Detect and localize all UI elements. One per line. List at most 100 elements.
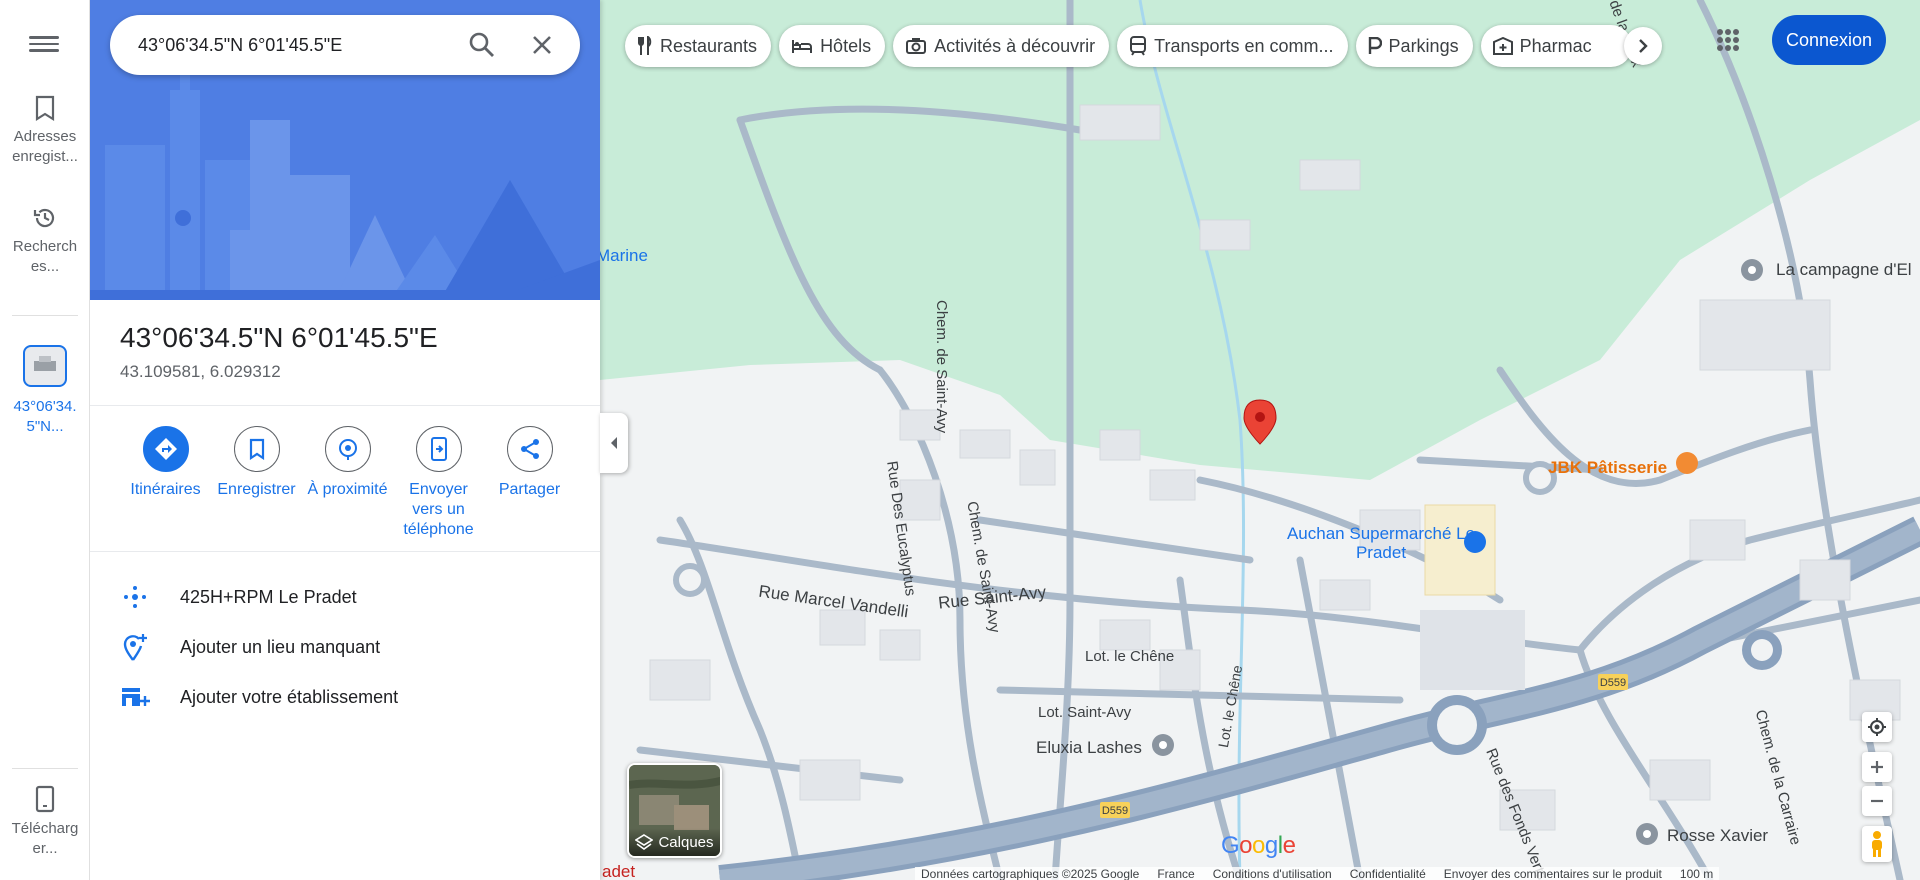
minus-icon bbox=[1871, 799, 1883, 803]
send-to-phone-icon bbox=[415, 426, 462, 472]
chevron-right-icon bbox=[1639, 39, 1648, 53]
feedback-link[interactable]: Envoyer des commentaires sur le produit bbox=[1444, 867, 1662, 880]
add-missing-place-row[interactable]: Ajouter un lieu manquant bbox=[120, 627, 580, 667]
route-shield-label: D559 bbox=[1600, 677, 1626, 689]
phone-icon bbox=[35, 785, 55, 813]
divider bbox=[90, 405, 600, 406]
chip-label: Activités à découvrir bbox=[934, 35, 1096, 56]
layers-button[interactable]: Calques bbox=[627, 763, 722, 858]
chevron-left-icon bbox=[611, 437, 617, 449]
layers-label: Calques bbox=[658, 833, 714, 851]
saved-places-button[interactable]: Adresses enregist... bbox=[0, 95, 90, 167]
zoom-in-button[interactable] bbox=[1862, 752, 1892, 782]
layers-label-bar: Calques bbox=[629, 828, 720, 856]
save-label: Enregistrer bbox=[217, 481, 296, 498]
hotel-icon bbox=[792, 40, 813, 53]
plus-code-row[interactable]: 425H+RPM Le Pradet bbox=[120, 577, 580, 617]
map-label: La campagne d'El bbox=[1776, 260, 1912, 279]
close-icon[interactable] bbox=[528, 31, 556, 59]
chip-label: Hôtels bbox=[820, 35, 872, 56]
place-panel: 43°06'34.5"N 6°01'45.5"E 43.109581, 6.02… bbox=[90, 0, 600, 880]
search-box[interactable] bbox=[110, 15, 580, 75]
directions-icon bbox=[142, 426, 189, 472]
country-link[interactable]: France bbox=[1157, 867, 1194, 880]
chip-activities[interactable]: Activités à découvrir bbox=[893, 25, 1110, 67]
action-buttons: Itinéraires Enregistrer À proximité Envo… bbox=[120, 426, 590, 540]
nearby-icon bbox=[324, 426, 371, 472]
layers-icon bbox=[635, 834, 654, 850]
recent-searches-button[interactable]: Recherch es... bbox=[0, 205, 90, 277]
rail-divider bbox=[12, 768, 78, 769]
add-place-icon bbox=[120, 632, 150, 662]
sign-in-button[interactable]: Connexion bbox=[1772, 15, 1886, 65]
save-button[interactable]: Enregistrer bbox=[211, 426, 302, 540]
send-to-phone-label: Envoyer vers un téléphone bbox=[403, 481, 474, 538]
camera-icon bbox=[906, 38, 927, 54]
chip-parking[interactable]: Parkings bbox=[1355, 25, 1473, 67]
google-logo: Google bbox=[1221, 832, 1296, 859]
map-label[interactable]: JBK Pâtisserie bbox=[1548, 458, 1667, 478]
map-label[interactable]: Auchan Supermarché Le Pradet bbox=[1286, 524, 1476, 562]
street-label: Chem. de Saint-Avy bbox=[933, 300, 950, 434]
share-button[interactable]: Partager bbox=[484, 426, 575, 540]
download-app-button[interactable]: Télécharg er... bbox=[0, 785, 90, 859]
chip-label: Restaurants bbox=[660, 35, 758, 56]
menu-icon[interactable] bbox=[29, 32, 59, 56]
map-base: D559 D559 bbox=[600, 0, 1920, 880]
privacy-link[interactable]: Confidentialité bbox=[1350, 867, 1426, 880]
add-missing-place-text: Ajouter un lieu manquant bbox=[180, 636, 381, 657]
directions-button[interactable]: Itinéraires bbox=[120, 426, 211, 540]
chip-hotels[interactable]: Hôtels bbox=[779, 25, 886, 67]
zoom-out-button[interactable] bbox=[1862, 786, 1892, 816]
send-to-phone-button[interactable]: Envoyer vers un téléphone bbox=[393, 426, 484, 540]
share-label: Partager bbox=[498, 481, 561, 498]
pegman-icon bbox=[1872, 831, 1882, 857]
chip-pharmacy[interactable]: Pharmac bbox=[1480, 25, 1632, 67]
map-label[interactable]: Rosse Xavier bbox=[1667, 826, 1768, 846]
route-shield-label: D559 bbox=[1102, 805, 1128, 817]
chips-next-button[interactable] bbox=[1624, 27, 1662, 65]
map-canvas[interactable]: D559 D559 Marine La campagne d'El JBK Pâ… bbox=[600, 0, 1920, 880]
collapse-panel-button[interactable] bbox=[600, 413, 628, 473]
plus-icon bbox=[1871, 761, 1883, 773]
share-icon bbox=[506, 426, 553, 472]
search-icon[interactable] bbox=[468, 31, 496, 59]
restaurant-icon bbox=[638, 36, 652, 55]
recent-searches-label: Recherch es... bbox=[12, 238, 78, 275]
chip-transit[interactable]: Transports en comm... bbox=[1117, 25, 1348, 67]
chip-restaurants[interactable]: Restaurants bbox=[625, 25, 772, 67]
download-app-label: Télécharg er... bbox=[11, 820, 79, 857]
current-place-label: 43°06'34. 5"N... bbox=[13, 398, 77, 435]
scale-bar[interactable]: 100 m bbox=[1680, 867, 1713, 880]
chip-label: Pharmac bbox=[1519, 35, 1592, 56]
map-label[interactable]: Eluxia Lashes bbox=[1036, 738, 1142, 758]
bookmark-icon bbox=[233, 426, 280, 472]
street-label: Lot. Saint-Avy bbox=[1038, 704, 1132, 721]
directions-label: Itinéraires bbox=[130, 481, 201, 498]
plus-code-text: 425H+RPM Le Pradet bbox=[180, 586, 357, 607]
rail-divider bbox=[12, 315, 78, 316]
street-view-pegman-button[interactable] bbox=[1862, 826, 1892, 862]
my-location-icon bbox=[1868, 718, 1886, 736]
left-rail: Adresses enregist... Recherch es... 43°0… bbox=[0, 0, 90, 880]
place-title: 43°06'34.5"N 6°01'45.5"E bbox=[120, 322, 438, 353]
my-location-button[interactable] bbox=[1862, 712, 1892, 742]
add-business-text: Ajouter votre établissement bbox=[180, 686, 399, 707]
pharmacy-icon bbox=[1492, 37, 1513, 55]
add-business-icon bbox=[120, 682, 150, 712]
terms-link[interactable]: Conditions d'utilisation bbox=[1213, 867, 1332, 880]
search-input[interactable] bbox=[138, 15, 458, 75]
divider bbox=[90, 551, 600, 552]
street-label: Lot. le Chêne bbox=[1085, 648, 1175, 665]
map-label: Marine bbox=[600, 246, 648, 265]
place-coordinates: 43.109581, 6.029312 bbox=[120, 362, 281, 381]
map-label: adet bbox=[602, 862, 636, 880]
current-place-button[interactable]: 43°06'34. 5"N... bbox=[0, 345, 90, 437]
apps-grid-icon[interactable] bbox=[1712, 24, 1744, 56]
chip-label: Transports en comm... bbox=[1154, 35, 1334, 56]
place-thumbnail bbox=[23, 345, 67, 387]
add-business-row[interactable]: Ajouter votre établissement bbox=[120, 677, 580, 717]
plus-code-icon bbox=[120, 582, 150, 612]
nearby-button[interactable]: À proximité bbox=[302, 426, 393, 540]
place-thumbnail-icon bbox=[34, 356, 56, 371]
